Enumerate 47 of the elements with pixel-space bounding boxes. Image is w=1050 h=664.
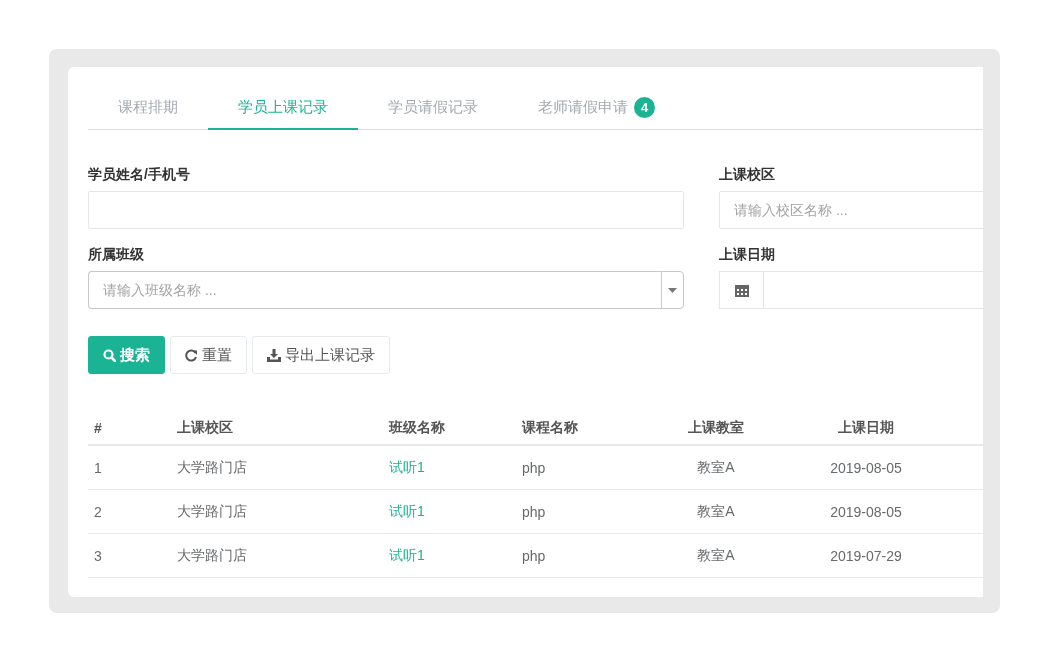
table-cell: 大学路门店 [171,445,383,490]
table-cell: 大学路门店 [171,533,383,578]
column-header: 上课校区 [171,412,383,445]
tab[interactable]: 学员请假记录 [358,87,508,130]
table-cell: 2019-07-29 [781,533,951,578]
class-link[interactable]: 试听1 [389,458,425,475]
select-field[interactable]: 请输入班级名称 ... [88,271,661,309]
caret-icon [668,287,677,293]
field-label: 所属班级 [88,246,145,264]
table-cell: 大学路门店 [171,489,383,534]
export-button[interactable]: 导出上课记录 [252,336,390,374]
search-button[interactable]: 搜索 [88,336,165,374]
class-link[interactable]: 试听1 [389,502,425,519]
table-cell: 2 [88,489,171,534]
calendar-icon [734,283,749,297]
field-label: 上课日期 [719,246,776,264]
date-field[interactable] [764,271,983,309]
column-header: 上课教室 [651,412,781,445]
table-cell: php [516,489,651,534]
tab[interactable]: 学员上课记录 [208,87,358,130]
field-label: 上课校区 [719,166,776,184]
table-cell: 教室A [651,445,781,490]
class-link[interactable]: 试听1 [389,546,425,563]
table-cell: php [516,533,651,578]
input-field[interactable] [88,191,684,229]
download-icon [267,348,281,362]
calendar-button[interactable] [719,271,764,309]
dropdown-button[interactable] [661,271,684,309]
input-field[interactable]: 请输入校区名称 ... [719,191,983,229]
field-label: 学员姓名/手机号 [88,166,191,184]
column-header: # [88,412,171,445]
table-cell: 2019-08-05 [781,445,951,490]
table-cell: 2019-08-05 [781,489,951,534]
tab[interactable]: 老师请假申请 4 [508,87,685,130]
table-cell: 3 [88,533,171,578]
column-header: 班级名称 [383,412,516,445]
count-badge: 4 [634,97,655,118]
table-cell: 教室A [651,533,781,578]
table-cell: php [516,445,651,490]
table-cell: 教室A [651,489,781,534]
table-cell: 1 [88,445,171,490]
tab[interactable]: 课程排期 [88,87,208,130]
column-header: 上课日期 [781,412,951,445]
refresh-icon [185,348,198,362]
column-header: 课程名称 [516,412,651,445]
search-icon [103,348,116,362]
reset-button[interactable]: 重置 [170,336,247,374]
